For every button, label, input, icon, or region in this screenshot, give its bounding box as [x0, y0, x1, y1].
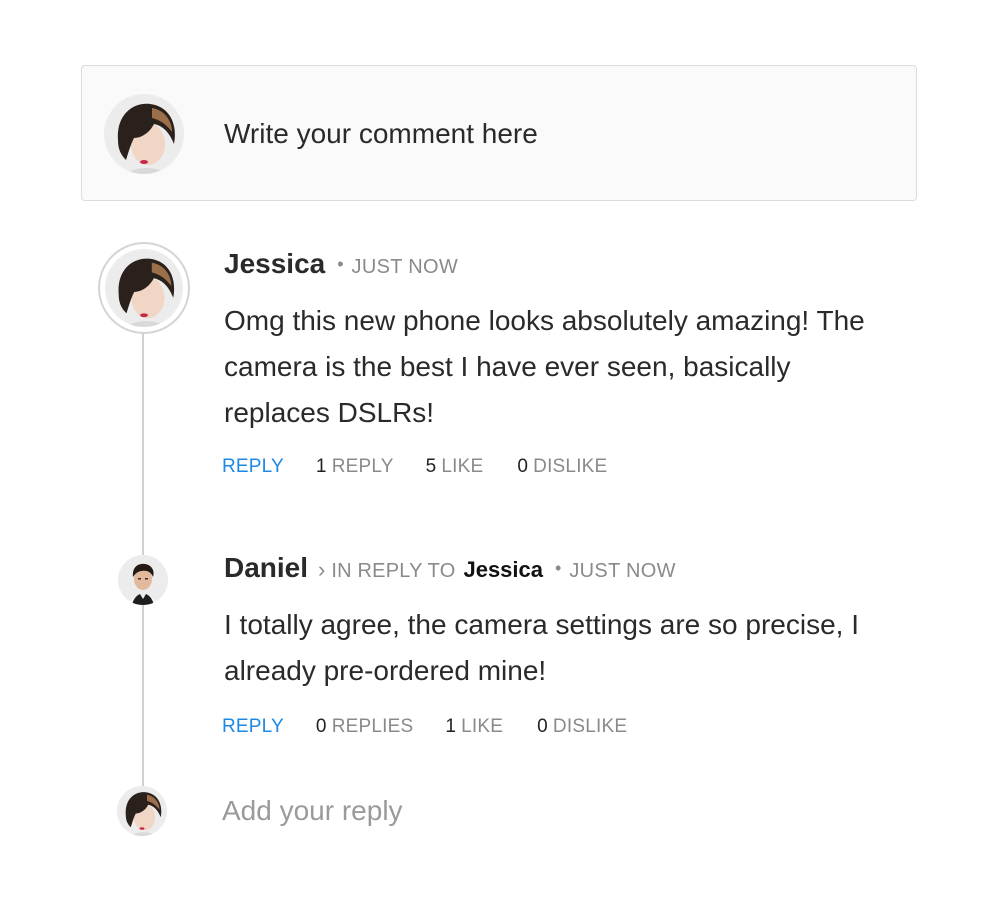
likes-count: 1 [445, 716, 457, 737]
dislike-button[interactable]: 0 DISLIKE [537, 716, 627, 738]
separator-dot-icon: • [555, 558, 562, 578]
jessica-avatar-icon [105, 249, 183, 327]
user-avatar [104, 94, 184, 174]
daniel-avatar[interactable] [118, 555, 168, 605]
reply-user-avatar [117, 786, 167, 836]
reply-button[interactable]: REPLY [222, 456, 284, 478]
in-reply-to-label: IN REPLY TO [331, 560, 456, 582]
replies-label: REPLY [331, 456, 394, 477]
replies-count: 0 [315, 716, 327, 737]
dislikes-count: 0 [517, 456, 529, 477]
separator-dot-icon: • [337, 254, 344, 274]
comment-body-line: I totally agree, the camera settings are… [224, 609, 859, 640]
replies-count-button[interactable]: 0 REPLIES [316, 716, 413, 738]
likes-count: 5 [425, 456, 437, 477]
comment-daniel: Daniel › IN REPLY TO Jessica • JUST NOW … [222, 552, 924, 738]
comment-actions: REPLY 1 REPLY 5 LIKE 0 DISLIKE [222, 456, 924, 478]
comment-body: I totally agree, the camera settings are… [224, 602, 924, 694]
replies-count-button[interactable]: 1 REPLY [316, 456, 394, 478]
comment-jessica: Jessica • JUST NOW Omg this new phone lo… [222, 248, 924, 478]
daniel-avatar-icon [118, 555, 168, 605]
dislike-label: DISLIKE [533, 456, 608, 477]
comment-body-line: already pre-ordered mine! [224, 655, 547, 686]
reply-button[interactable]: REPLY [222, 716, 284, 738]
reply-input[interactable] [222, 795, 722, 827]
author-name[interactable]: Jessica [224, 248, 325, 280]
like-button[interactable]: 5 LIKE [426, 456, 484, 478]
reply-target-name[interactable]: Jessica [463, 557, 543, 583]
jessica-avatar-icon [104, 94, 184, 174]
author-name[interactable]: Daniel [224, 552, 308, 584]
comment-body-line: replaces DSLRs! [224, 397, 435, 428]
like-label: LIKE [461, 716, 504, 737]
dislike-label: DISLIKE [552, 716, 628, 737]
comment-body-line: Omg this new phone looks absolutely amaz… [224, 305, 865, 336]
comment-input[interactable] [224, 118, 824, 150]
jessica-avatar-icon [117, 786, 167, 836]
comment-actions: REPLY 0 REPLIES 1 LIKE 0 DISLIKE [222, 716, 924, 738]
dislikes-count: 0 [537, 716, 548, 737]
comment-body-line: camera is the best I have ever seen, bas… [224, 351, 791, 382]
comment-meta: Daniel › IN REPLY TO Jessica • JUST NOW [224, 552, 924, 584]
like-button[interactable]: 1 LIKE [445, 716, 503, 738]
replies-label: REPLIES [331, 716, 414, 737]
chevron-right-icon: › [318, 557, 326, 582]
avatar-ring [98, 242, 190, 334]
like-label: LIKE [441, 456, 484, 477]
timestamp: JUST NOW [569, 560, 676, 582]
replies-count: 1 [315, 456, 327, 477]
dislike-button[interactable]: 0 DISLIKE [517, 456, 607, 478]
timestamp: JUST NOW [351, 256, 459, 278]
comment-body: Omg this new phone looks absolutely amaz… [224, 298, 924, 436]
comment-meta: Jessica • JUST NOW [224, 248, 924, 280]
comment-composer [81, 65, 917, 201]
jessica-avatar[interactable] [105, 249, 183, 327]
